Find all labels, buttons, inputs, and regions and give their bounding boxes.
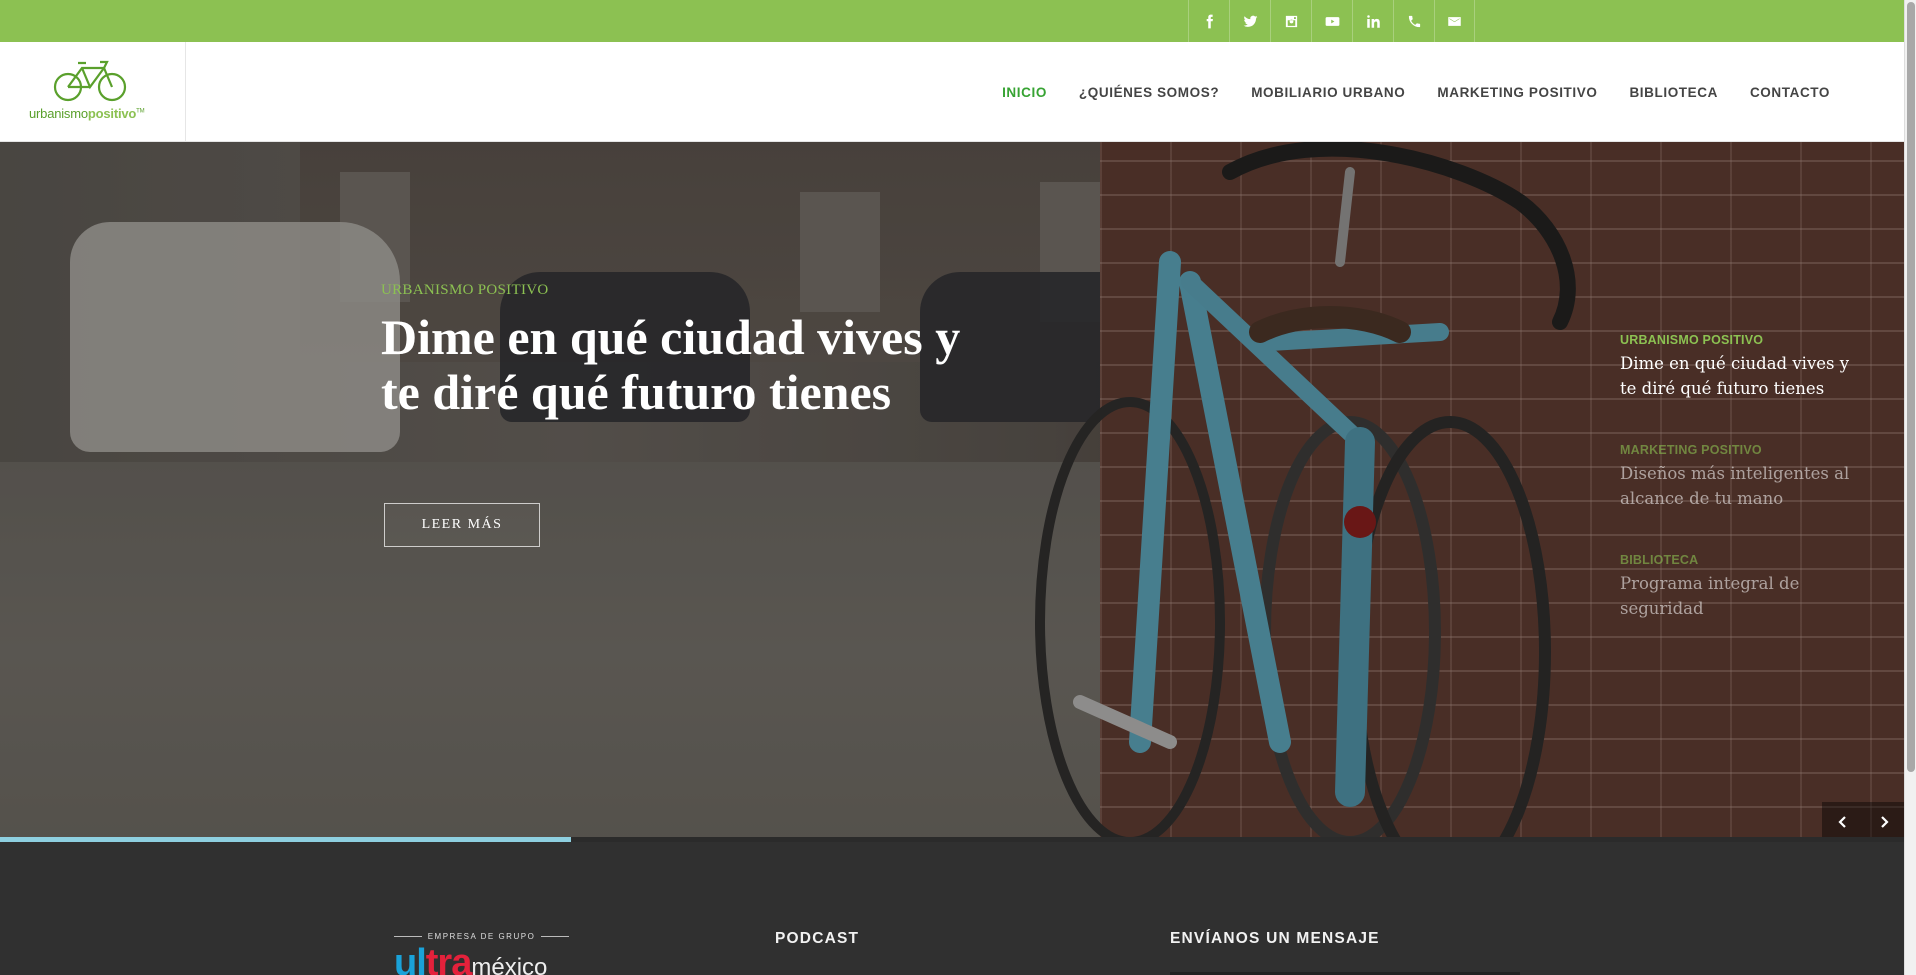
slide-tab-title: Programa integral de seguridad: [1620, 574, 1800, 618]
nav-marketing-positivo[interactable]: MARKETING POSITIVO: [1437, 85, 1597, 100]
twitter-link[interactable]: [1229, 0, 1270, 42]
nav-inicio[interactable]: INICIO: [1002, 85, 1047, 100]
bicycle-logo-icon: [53, 60, 127, 102]
nav-mobiliario-urbano[interactable]: MOBILIARIO URBANO: [1251, 85, 1405, 100]
ultra-mexico-logo[interactable]: EMPRESA DE GRUPO ultraméxico: [394, 932, 569, 975]
facebook-icon: [1206, 14, 1213, 28]
site-header: urbanismopositivoTM INICIO ¿QUIÉNES SOMO…: [0, 42, 1904, 142]
twitter-icon: [1243, 15, 1257, 27]
hero-kicker: URBANISMO POSITIVO: [381, 282, 549, 298]
youtube-icon: [1325, 16, 1339, 26]
mail-icon: [1448, 16, 1461, 26]
logo-text: urbanismopositivoTM: [29, 106, 145, 121]
facebook-link[interactable]: [1188, 0, 1229, 42]
nav-biblioteca[interactable]: BIBLIOTECA: [1629, 85, 1718, 100]
scrollbar-thumb[interactable]: [1907, 2, 1915, 772]
podcast-heading: PODCAST: [775, 930, 860, 947]
hero-slider: [0, 142, 1904, 842]
slide-tab-title: Diseños más inteligentes al alcance de t…: [1620, 464, 1850, 508]
page-scrollbar[interactable]: [1904, 0, 1916, 975]
ultra-logo-wordmark: ultraméxico: [394, 942, 548, 975]
slide-tab-1[interactable]: URBANISMO POSITIVO Dime en qué ciudad vi…: [1620, 333, 1865, 401]
slide-tab-kicker: MARKETING POSITIVO: [1620, 443, 1762, 457]
slide-tab-2[interactable]: MARKETING POSITIVO Diseños más inteligen…: [1620, 443, 1865, 511]
instagram-link[interactable]: [1270, 0, 1311, 42]
read-more-button[interactable]: LEER MÁS: [384, 503, 540, 547]
main-nav: INICIO ¿QUIÉNES SOMOS? MOBILIARIO URBANO…: [1002, 42, 1830, 142]
contact-heading: ENVÍANOS UN MENSAJE: [1170, 930, 1380, 947]
top-social-bar: [0, 0, 1904, 42]
social-links: [1188, 0, 1475, 42]
slide-tab-title: Dime en qué ciudad vives y te diré qué f…: [1620, 354, 1850, 398]
chevron-left-icon: [1837, 816, 1846, 828]
slide-tab-kicker: BIBLIOTECA: [1620, 553, 1699, 567]
nav-quienes-somos[interactable]: ¿QUIÉNES SOMOS?: [1079, 85, 1219, 100]
prev-slide-button[interactable]: [1822, 802, 1863, 842]
chevron-right-icon: [1880, 816, 1889, 828]
linkedin-icon: [1366, 14, 1380, 28]
hero-overlay: [0, 142, 1904, 842]
linkedin-link[interactable]: [1352, 0, 1393, 42]
next-slide-button[interactable]: [1863, 802, 1904, 842]
slider-arrows: [1822, 802, 1904, 842]
mail-link[interactable]: [1434, 0, 1475, 42]
logo[interactable]: urbanismopositivoTM: [0, 42, 186, 142]
nav-contacto[interactable]: CONTACTO: [1750, 85, 1830, 100]
instagram-icon: [1285, 15, 1297, 27]
slide-tab-kicker: URBANISMO POSITIVO: [1620, 333, 1764, 347]
phone-icon: [1408, 15, 1420, 27]
site-footer: EMPRESA DE GRUPO ultraméxico PODCAST ENV…: [0, 842, 1904, 975]
hero-title: Dime en qué ciudad vives y te diré qué f…: [381, 309, 961, 420]
slide-tab-3[interactable]: BIBLIOTECA Programa integral de segurida…: [1620, 553, 1865, 621]
ultra-logo-tagline: EMPRESA DE GRUPO: [394, 932, 569, 941]
phone-link[interactable]: [1393, 0, 1434, 42]
youtube-link[interactable]: [1311, 0, 1352, 42]
